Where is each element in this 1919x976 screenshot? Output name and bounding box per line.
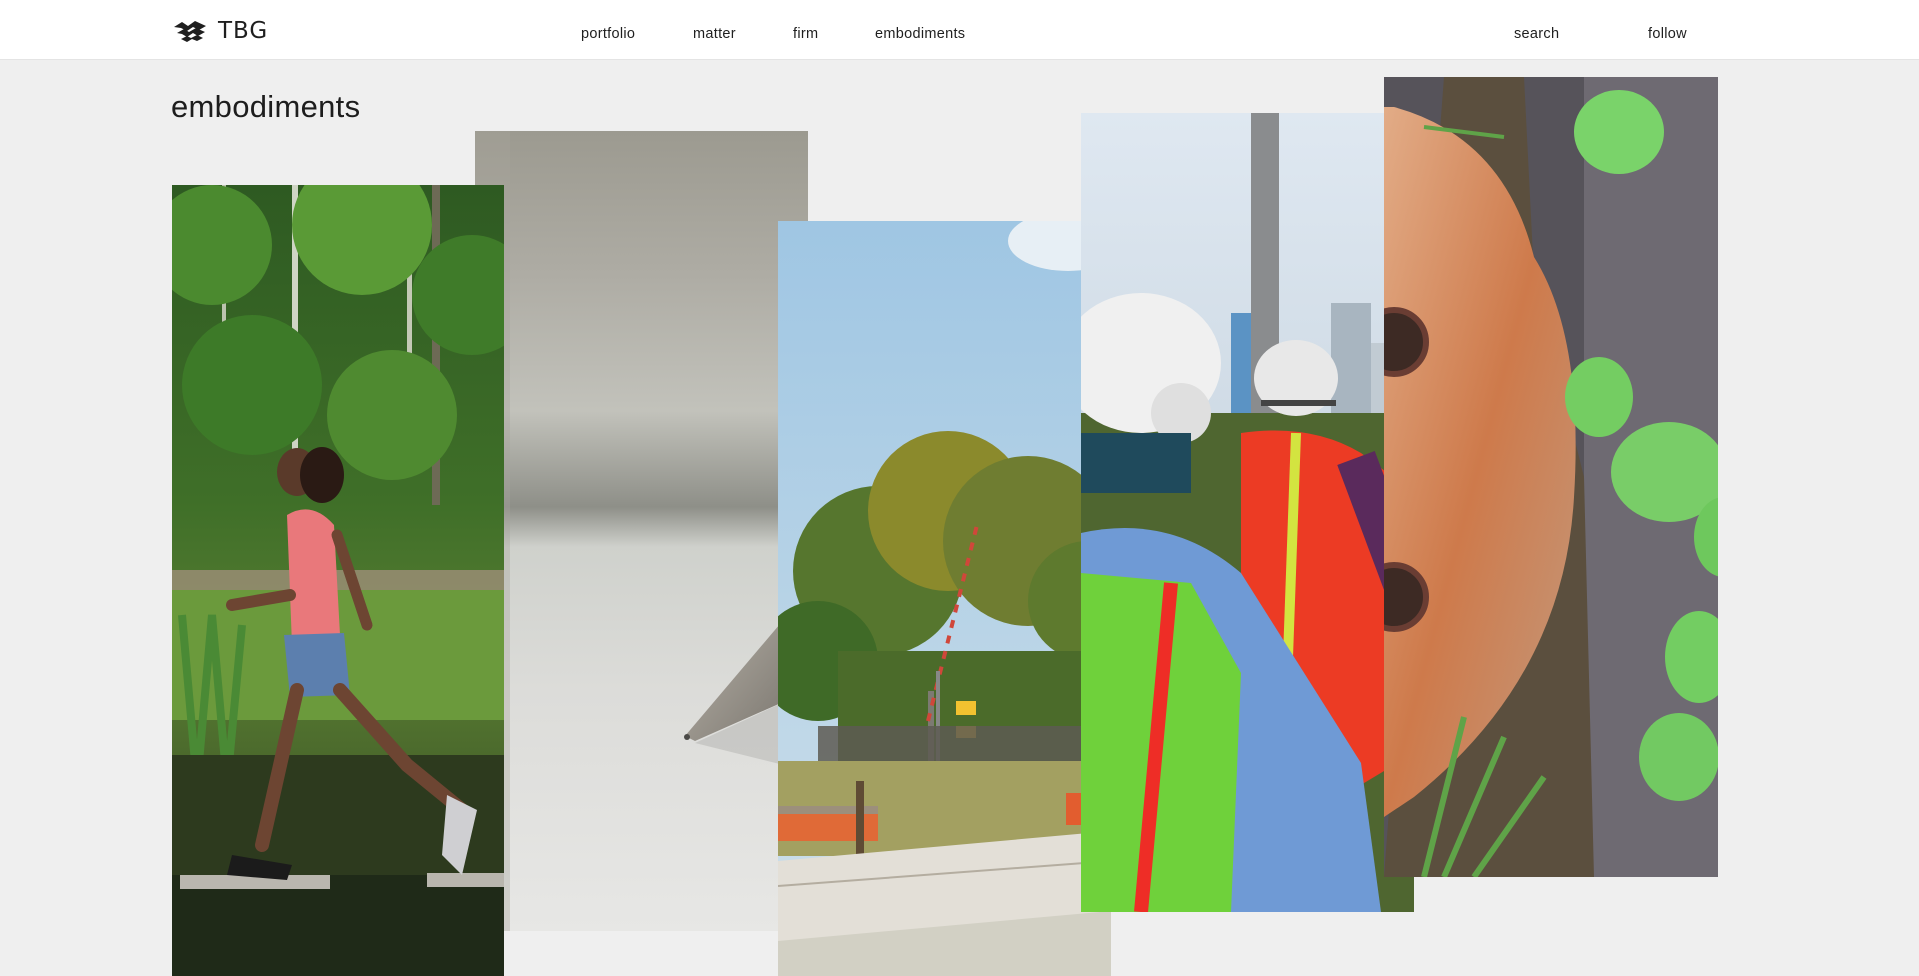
nav-portfolio[interactable]: portfolio xyxy=(581,26,635,42)
panel-girl-stepping-stones-image[interactable] xyxy=(172,185,504,976)
panel-rock-lily-pads-image[interactable] xyxy=(1384,77,1718,877)
panel-workers-image[interactable] xyxy=(1081,113,1414,912)
panel-pencil-image[interactable] xyxy=(475,131,808,931)
nav-embodiments[interactable]: embodiments xyxy=(875,26,965,42)
nav-firm[interactable]: firm xyxy=(793,26,818,42)
logo-link[interactable]: TBG xyxy=(172,18,268,44)
follow-link[interactable]: follow xyxy=(1648,26,1687,42)
nav-matter[interactable]: matter xyxy=(693,26,736,42)
panel-park-railroad-image[interactable] xyxy=(778,221,1111,976)
page-title: embodiments xyxy=(171,89,361,124)
logo-text: TBG xyxy=(218,18,269,44)
search-link[interactable]: search xyxy=(1514,26,1559,42)
logo-mark-icon xyxy=(174,21,206,42)
top-navigation-bar: TBG portfolio matter firm embodiments se… xyxy=(0,0,1919,60)
